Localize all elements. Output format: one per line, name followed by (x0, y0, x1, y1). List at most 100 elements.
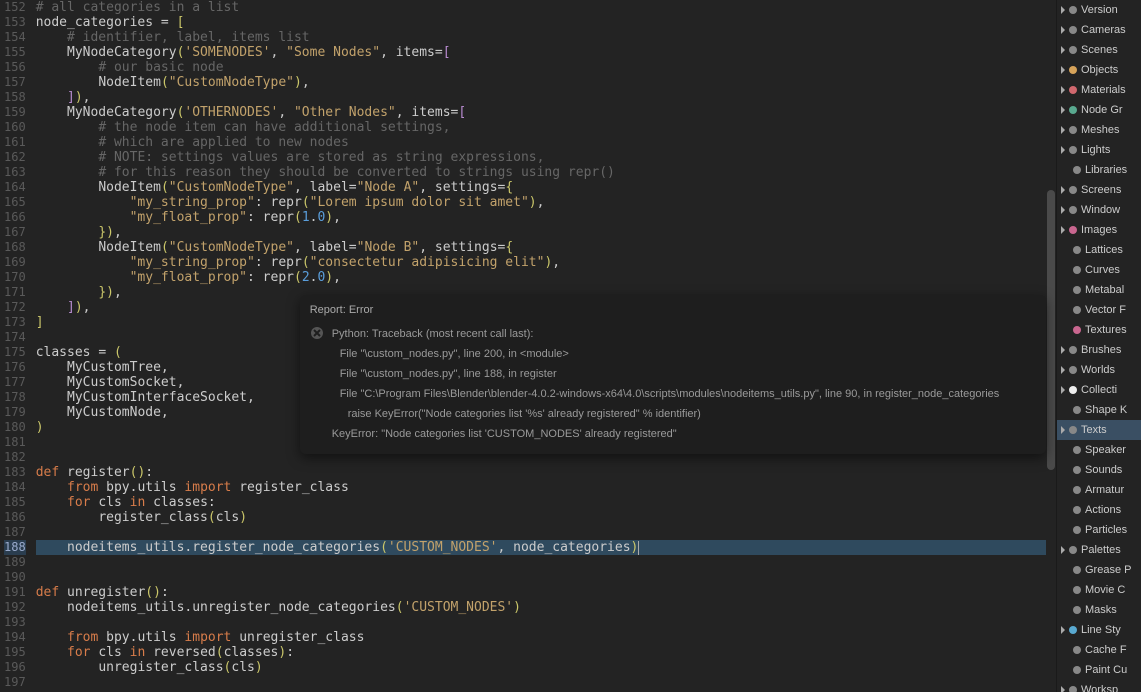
code-line[interactable]: # for this reason they should be convert… (36, 165, 1046, 180)
disclosure-arrow-icon[interactable] (1061, 86, 1065, 94)
code-line[interactable]: for cls in reversed(classes): (36, 645, 1046, 660)
code-line[interactable]: NodeItem("CustomNodeType", label="Node B… (36, 240, 1046, 255)
disclosure-arrow-icon[interactable] (1061, 546, 1065, 554)
traceback-line: File "\custom_nodes.py", line 188, in re… (332, 364, 1036, 384)
disclosure-arrow-icon[interactable] (1061, 206, 1065, 214)
code-line[interactable] (36, 675, 1046, 690)
outliner-item[interactable]: Lattices (1057, 240, 1141, 260)
outliner-item[interactable]: Cache F (1057, 640, 1141, 660)
outliner-item[interactable]: Armatur (1057, 480, 1141, 500)
outliner-item[interactable]: Window (1057, 200, 1141, 220)
disclosure-arrow-icon[interactable] (1061, 226, 1065, 234)
outliner-item[interactable]: Worksp (1057, 680, 1141, 692)
outliner-item[interactable]: Particles (1057, 520, 1141, 540)
code-line[interactable]: unregister_class(cls) (36, 660, 1046, 675)
disclosure-arrow-icon[interactable] (1061, 686, 1065, 692)
code-line[interactable]: # identifier, label, items list (36, 30, 1046, 45)
code-line[interactable]: MyNodeCategory('OTHERNODES', "Other Node… (36, 105, 1046, 120)
code-line[interactable]: # all categories in a list (36, 0, 1046, 15)
outliner-item[interactable]: Screens (1057, 180, 1141, 200)
outliner-item-label: Line Sty (1081, 624, 1121, 636)
code-line[interactable]: "my_float_prop": repr(2.0), (36, 270, 1046, 285)
disclosure-arrow-icon[interactable] (1061, 386, 1065, 394)
outliner-item[interactable]: Palettes (1057, 540, 1141, 560)
popup-traceback: Python: Traceback (most recent call last… (332, 324, 1036, 444)
outliner-item[interactable]: Libraries (1057, 160, 1141, 180)
outliner-item[interactable]: Meshes (1057, 120, 1141, 140)
outliner-item[interactable]: Metabal (1057, 280, 1141, 300)
code-line[interactable]: # the node item can have additional sett… (36, 120, 1046, 135)
disclosure-arrow-icon[interactable] (1061, 6, 1065, 14)
outliner-item[interactable]: Movie C (1057, 580, 1141, 600)
code-line[interactable]: # our basic node (36, 60, 1046, 75)
disclosure-arrow-icon[interactable] (1061, 26, 1065, 34)
code-line[interactable] (36, 570, 1046, 585)
code-line[interactable]: nodeitems_utils.register_node_categories… (36, 540, 1046, 555)
code-line[interactable]: NodeItem("CustomNodeType", label="Node A… (36, 180, 1046, 195)
outliner-item[interactable]: Objects (1057, 60, 1141, 80)
outliner-item-label: Lights (1081, 144, 1110, 156)
outliner-item[interactable]: Cameras (1057, 20, 1141, 40)
disclosure-arrow-icon[interactable] (1061, 106, 1065, 114)
outliner-sidebar[interactable]: VersionCamerasScenesObjectsMaterialsNode… (1056, 0, 1141, 692)
scrollbar-vertical[interactable] (1046, 0, 1056, 692)
outliner-item[interactable]: Paint Cu (1057, 660, 1141, 680)
code-line[interactable]: MyNodeCategory('SOMENODES', "Some Nodes"… (36, 45, 1046, 60)
outliner-item[interactable]: Version (1057, 0, 1141, 20)
error-report-popup[interactable]: Report: Error Python: Traceback (most re… (300, 295, 1046, 454)
outliner-item[interactable]: Curves (1057, 260, 1141, 280)
outliner-item[interactable]: Speaker (1057, 440, 1141, 460)
outliner-item[interactable]: Line Sty (1057, 620, 1141, 640)
outliner-item[interactable]: Scenes (1057, 40, 1141, 60)
disclosure-arrow-icon[interactable] (1061, 66, 1065, 74)
code-editor[interactable]: 1521531541551561571581591601611621631641… (0, 0, 1056, 692)
code-line[interactable]: from bpy.utils import register_class (36, 480, 1046, 495)
outliner-item[interactable]: Textures (1057, 320, 1141, 340)
code-area[interactable]: # all categories in a listnode_categorie… (30, 0, 1046, 692)
outliner-item[interactable]: Node Gr (1057, 100, 1141, 120)
outliner-item[interactable]: Materials (1057, 80, 1141, 100)
code-line[interactable]: # NOTE: settings values are stored as st… (36, 150, 1046, 165)
disclosure-arrow-icon[interactable] (1061, 626, 1065, 634)
disclosure-arrow-icon[interactable] (1061, 426, 1065, 434)
code-line[interactable]: def register(): (36, 465, 1046, 480)
disclosure-arrow-icon[interactable] (1061, 46, 1065, 54)
code-line[interactable]: "my_string_prop": repr("Lorem ipsum dolo… (36, 195, 1046, 210)
outliner-item[interactable]: Grease P (1057, 560, 1141, 580)
line-number: 175 (4, 345, 26, 360)
code-line[interactable] (36, 615, 1046, 630)
disclosure-arrow-icon[interactable] (1061, 146, 1065, 154)
code-line[interactable] (36, 525, 1046, 540)
code-line[interactable]: node_categories = [ (36, 15, 1046, 30)
outliner-item[interactable]: Masks (1057, 600, 1141, 620)
disclosure-arrow-icon[interactable] (1061, 366, 1065, 374)
outliner-item[interactable]: Sounds (1057, 460, 1141, 480)
disclosure-arrow-icon[interactable] (1061, 186, 1065, 194)
code-line[interactable]: }), (36, 225, 1046, 240)
code-line[interactable]: nodeitems_utils.unregister_node_categori… (36, 600, 1046, 615)
code-line[interactable]: # which are applied to new nodes (36, 135, 1046, 150)
code-line[interactable]: NodeItem("CustomNodeType"), (36, 75, 1046, 90)
code-line[interactable]: "my_string_prop": repr("consectetur adip… (36, 255, 1046, 270)
code-line[interactable]: for cls in classes: (36, 495, 1046, 510)
outliner-item[interactable]: Brushes (1057, 340, 1141, 360)
disclosure-arrow-icon[interactable] (1061, 346, 1065, 354)
outliner-item-label: Meshes (1081, 124, 1120, 136)
outliner-item[interactable]: Lights (1057, 140, 1141, 160)
code-line[interactable]: from bpy.utils import unregister_class (36, 630, 1046, 645)
code-line[interactable]: "my_float_prop": repr(1.0), (36, 210, 1046, 225)
outliner-item[interactable]: Collecti (1057, 380, 1141, 400)
outliner-item[interactable]: Texts (1057, 420, 1141, 440)
scrollbar-thumb[interactable] (1047, 190, 1055, 470)
code-line[interactable]: ]), (36, 90, 1046, 105)
outliner-item[interactable]: Vector F (1057, 300, 1141, 320)
outliner-item[interactable]: Actions (1057, 500, 1141, 520)
line-number: 183 (4, 465, 26, 480)
disclosure-arrow-icon[interactable] (1061, 126, 1065, 134)
code-line[interactable] (36, 555, 1046, 570)
outliner-item[interactable]: Images (1057, 220, 1141, 240)
code-line[interactable]: register_class(cls) (36, 510, 1046, 525)
code-line[interactable]: def unregister(): (36, 585, 1046, 600)
outliner-item[interactable]: Shape K (1057, 400, 1141, 420)
outliner-item[interactable]: Worlds (1057, 360, 1141, 380)
